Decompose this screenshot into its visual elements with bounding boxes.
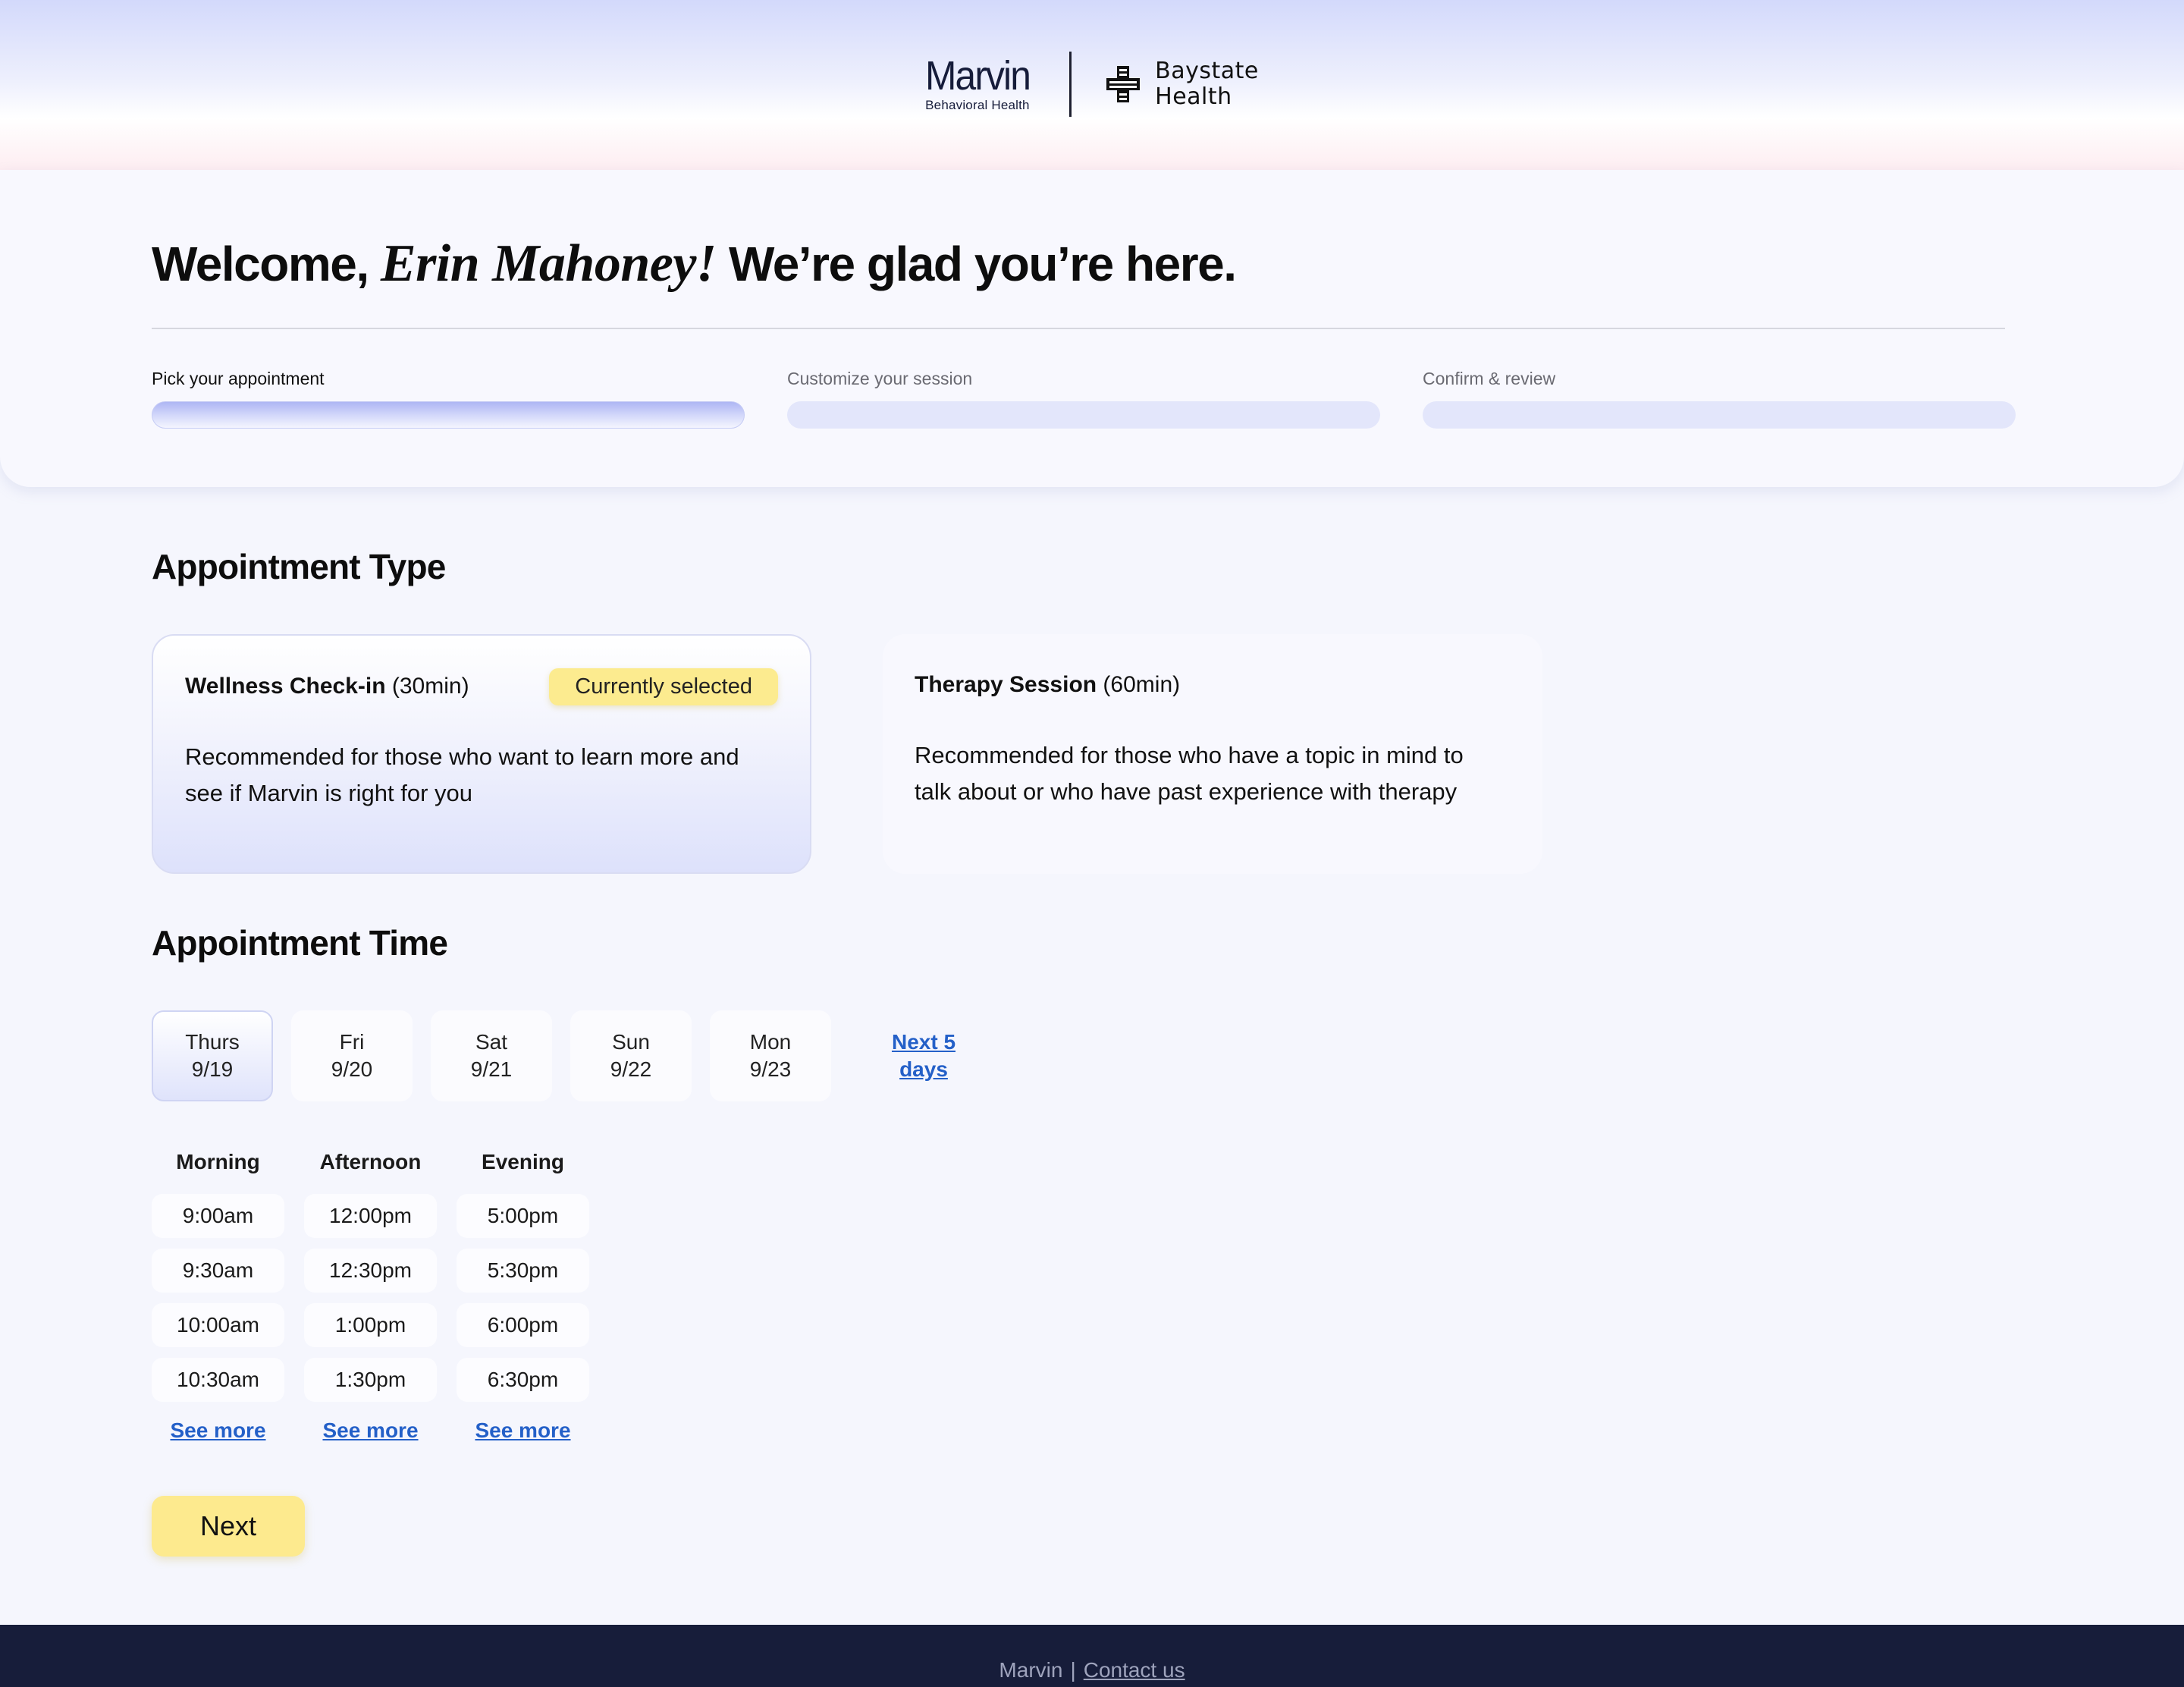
date-tab-thurs[interactable]: Thurs 9/19 [152,1010,273,1101]
baystate-line2: Health [1155,83,1232,110]
step-progress-bar [787,401,1380,429]
afternoon-column: Afternoon 12:00pm 12:30pm 1:00pm 1:30pm … [304,1150,437,1443]
appointment-time-heading: Appointment Time [152,923,448,963]
footer-separator: | [1070,1658,1076,1682]
user-name: Erin Mahoney! [380,234,717,293]
footer-brand-link[interactable]: Marvin [999,1658,1062,1682]
date-day: Sat [475,1030,508,1054]
date-selector: Thurs 9/19 Fri 9/20 Sat 9/21 Sun 9/22 Mo… [152,1010,969,1101]
welcome-suffix: We’re glad you’re here. [716,237,1237,291]
date-value: 9/23 [749,1057,792,1081]
marvin-logo-subtitle: Behavioral Health [925,98,1030,112]
card-title: Wellness Check-in (30min) [185,674,469,699]
column-heading: Morning [176,1150,260,1173]
step-pick-appointment: Pick your appointment [152,369,745,429]
date-tab-sat[interactable]: Sat 9/21 [431,1010,552,1101]
appointment-name: Therapy Session [915,672,1097,697]
appointment-duration: (60min) [1097,672,1181,697]
date-value: 9/22 [610,1057,652,1081]
contact-us-link[interactable]: Contact us [1084,1658,1185,1682]
time-slot[interactable]: 6:30pm [457,1358,589,1402]
morning-column: Morning 9:00am 9:30am 10:00am 10:30am Se… [152,1150,284,1443]
date-day: Sun [612,1030,650,1054]
time-slot[interactable]: 9:00am [152,1194,284,1238]
date-day: Thurs [185,1030,240,1054]
date-tab-mon[interactable]: Mon 9/23 [710,1010,831,1101]
step-label: Customize your session [787,369,973,388]
date-value: 9/19 [191,1057,234,1081]
see-more-morning-link[interactable]: See more [170,1418,265,1443]
date-tab-fri[interactable]: Fri 9/20 [291,1010,413,1101]
footer-links: Marvin | Contact us [0,1658,2184,1682]
baystate-line1: Baystate [1155,58,1259,84]
date-tab-sun[interactable]: Sun 9/22 [570,1010,692,1101]
divider [152,328,2005,329]
time-slots: Morning 9:00am 9:30am 10:00am 10:30am Se… [152,1150,589,1443]
date-day: Mon [749,1030,792,1054]
page-title: Welcome, Erin Mahoney! We’re glad you’re… [152,234,1237,294]
time-slot[interactable]: 10:00am [152,1303,284,1347]
time-slot[interactable]: 12:00pm [304,1194,437,1238]
step-customize-session: Customize your session [787,369,1380,429]
step-confirm-review: Confirm & review [1423,369,2016,429]
appointment-duration: (30min) [385,674,469,699]
date-value: 9/20 [331,1057,373,1081]
see-more-evening-link[interactable]: See more [475,1418,570,1443]
appointment-name: Wellness Check-in [185,674,386,699]
time-slot[interactable]: 9:30am [152,1249,284,1293]
header-logos: Marvin Behavioral Health Baystate Health [0,52,2184,117]
card-description: Recommended for those who want to learn … [185,743,739,806]
baystate-cross-icon [1106,66,1141,102]
marvin-logo[interactable]: Marvin Behavioral Health [925,55,1039,113]
welcome-card: Welcome, Erin Mahoney! We’re glad you’re… [0,170,2184,487]
evening-column: Evening 5:00pm 5:30pm 6:00pm 6:30pm See … [457,1150,589,1443]
wellness-check-in-card[interactable]: Wellness Check-in (30min) Currently sele… [152,634,811,874]
logo-divider [1069,52,1072,117]
step-label: Confirm & review [1423,369,1556,388]
footer: Marvin | Contact us [0,1625,2184,1687]
time-slot[interactable]: 10:30am [152,1358,284,1402]
status-badge: Currently selected [549,668,778,705]
column-heading: Afternoon [319,1150,422,1173]
baystate-logo[interactable]: Baystate Health [1105,58,1259,110]
next-5-days-link[interactable]: Next 5 days [878,1029,969,1083]
marvin-logo-word: Marvin [925,53,1031,99]
see-more-afternoon-link[interactable]: See more [322,1418,418,1443]
time-slot[interactable]: 1:30pm [304,1358,437,1402]
time-slot[interactable]: 5:00pm [457,1194,589,1238]
time-slot[interactable]: 5:30pm [457,1249,589,1293]
time-slot[interactable]: 12:30pm [304,1249,437,1293]
card-header: Therapy Session (60min) [915,666,1511,704]
progress-steps: Pick your appointment Customize your ses… [152,369,2016,429]
column-heading: Evening [482,1150,564,1173]
step-label: Pick your appointment [152,369,325,388]
welcome-prefix: Welcome, [152,237,381,291]
baystate-wordmark: Baystate Health [1155,58,1259,110]
step-progress-bar [152,401,745,429]
step-progress-bar [1423,401,2016,429]
card-header: Wellness Check-in (30min) Currently sele… [185,668,778,705]
card-description: Recommended for those who have a topic i… [915,742,1464,805]
card-title: Therapy Session (60min) [915,672,1180,698]
therapy-session-card[interactable]: Therapy Session (60min) Recommended for … [883,634,1542,874]
date-day: Fri [339,1030,365,1054]
next-button[interactable]: Next [152,1496,305,1557]
date-value: 9/21 [470,1057,513,1081]
appointment-type-heading: Appointment Type [152,547,446,586]
time-slot[interactable]: 6:00pm [457,1303,589,1347]
time-slot[interactable]: 1:00pm [304,1303,437,1347]
